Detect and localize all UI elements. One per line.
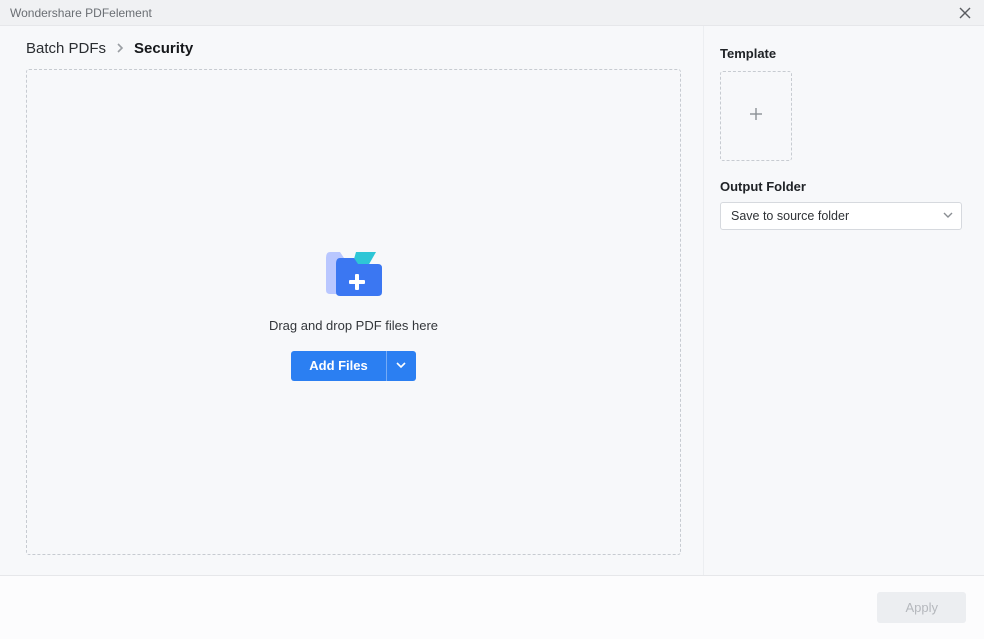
close-icon[interactable] <box>956 4 974 22</box>
chevron-down-icon <box>396 358 406 373</box>
template-section: Template <box>720 46 962 161</box>
breadcrumb: Batch PDFs Security <box>26 40 681 57</box>
right-pane: Template Output Folder Save to source fo… <box>704 26 984 575</box>
folder-plus-icon <box>322 244 386 300</box>
output-folder-section: Output Folder Save to source folder <box>720 179 962 230</box>
output-folder-value: Save to source folder <box>731 209 849 223</box>
add-files-button[interactable]: Add Files <box>291 351 386 381</box>
add-files-menu-button[interactable] <box>386 351 416 381</box>
left-pane: Batch PDFs Security Dra <box>0 26 704 575</box>
breadcrumb-root[interactable]: Batch PDFs <box>26 40 106 57</box>
apply-button[interactable]: Apply <box>877 592 966 623</box>
footer: Apply <box>0 575 984 639</box>
breadcrumb-current: Security <box>134 40 193 57</box>
plus-icon <box>749 107 763 126</box>
drop-hint-text: Drag and drop PDF files here <box>269 318 438 333</box>
add-template-button[interactable] <box>720 71 792 161</box>
drop-zone[interactable]: Drag and drop PDF files here Add Files <box>26 69 681 555</box>
chevron-right-icon <box>116 40 124 57</box>
title-bar: Wondershare PDFelement <box>0 0 984 26</box>
window-title: Wondershare PDFelement <box>10 6 152 20</box>
add-files-group: Add Files <box>291 351 416 381</box>
chevron-down-icon <box>943 209 953 223</box>
output-folder-label: Output Folder <box>720 179 962 194</box>
output-folder-select[interactable]: Save to source folder <box>720 202 962 230</box>
template-label: Template <box>720 46 962 61</box>
